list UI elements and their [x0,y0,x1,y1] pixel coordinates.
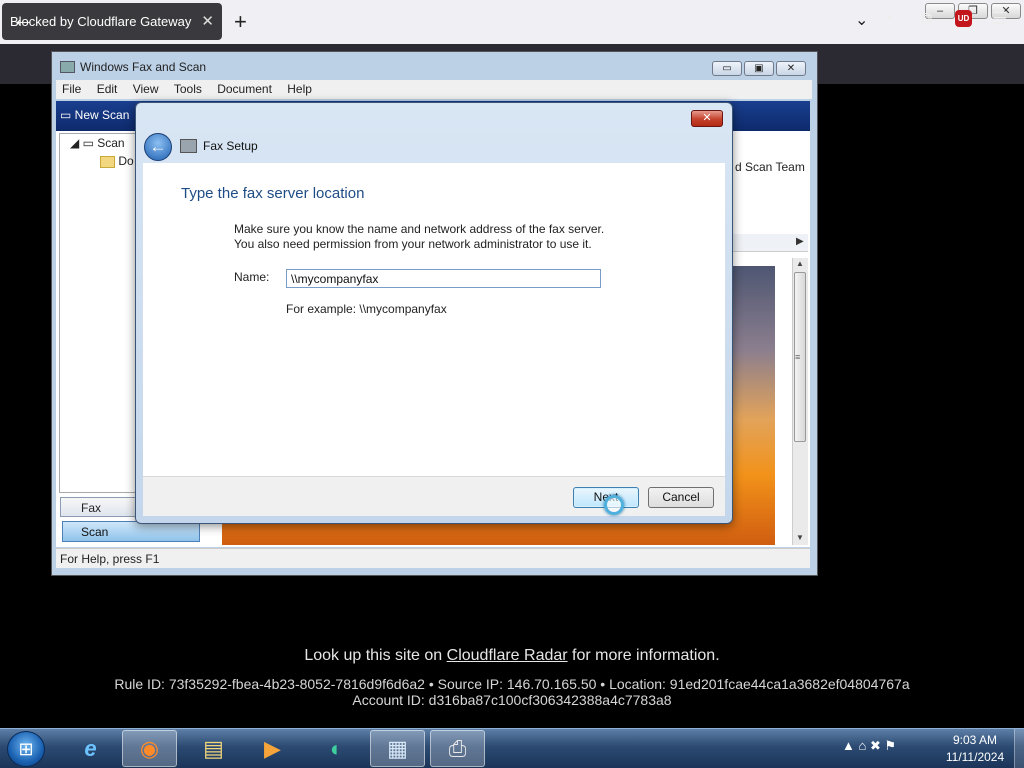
expand-icon[interactable]: ◢ [70,136,83,150]
scrollbar-grip-icon: ≡ [795,352,801,362]
fax-minimize-button[interactable]: ▭ [712,61,742,76]
tree-item-documents-label: Do [118,154,134,168]
scroll-right-icon[interactable]: ▶ [796,236,804,247]
dialog-description-line2: You also need permission from your netwo… [234,237,592,251]
dialog-close-button[interactable]: ✕ [691,110,723,127]
printer-icon[interactable]: ⎙ [430,730,485,767]
media-center-icon[interactable]: ◐ [309,730,364,767]
system-tray-icons[interactable]: ▲ ⌂ ✖ ⚑ [842,738,896,754]
dialog-description-line1: Make sure you know the name and network … [234,222,605,236]
busy-cursor-icon [604,495,624,515]
file-explorer-icon[interactable]: ▤ [186,730,241,767]
extensions-icon[interactable]: ⧉ [920,9,932,29]
tab-close-icon[interactable]: ✕ [201,12,214,30]
list-column-text: d Scan Team [735,160,805,174]
dialog-heading: Type the fax server location [181,185,365,202]
lookup-suffix: for more information. [567,647,720,664]
fax-restore-button[interactable]: ▣ [744,61,774,76]
scanner-icon: ▭ [82,136,98,150]
browser-tab[interactable]: Blocked by Cloudflare Gateway ✕ [2,3,222,40]
clock-date[interactable]: 11/11/2024 [940,750,1010,764]
radar-lookup-text: Look up this site on Cloudflare Radar fo… [0,647,1024,665]
tab-title: Blocked by Cloudflare Gateway [10,14,192,29]
fax-app-icon [60,61,75,73]
media-player-icon[interactable]: ▶ [245,730,300,767]
new-scan-button[interactable]: ▭ New Scan [60,108,129,122]
new-tab-button[interactable]: + [234,9,247,35]
dialog-title: Fax Setup [203,139,258,153]
dialog-content [143,163,725,476]
menu-edit[interactable]: Edit [91,80,124,98]
cloudflare-radar-link[interactable]: Cloudflare Radar [447,647,568,664]
menu-document[interactable]: Document [211,80,278,98]
fax-window-title: Windows Fax and Scan [80,60,207,74]
clock-time[interactable]: 9:03 AM [940,733,1010,747]
menu-help[interactable]: Help [281,80,318,98]
menu-file[interactable]: File [56,80,87,98]
tree-item-scan[interactable]: ◢ ▭ Scan [70,136,125,150]
tree-item-scan-label: Scan [97,136,125,150]
show-desktop-button[interactable] [1014,729,1024,768]
back-arrow-icon[interactable]: ← [144,133,172,161]
lookup-prefix: Look up this site on [304,647,447,664]
nav-tab-scan[interactable]: Scan [62,521,200,542]
scroll-down-icon[interactable]: ▼ [796,533,804,542]
example-hint: For example: \\mycompanyfax [286,302,447,316]
fax-scan-app-icon[interactable]: ▦ [370,730,425,767]
fax-close-button[interactable]: ✕ [776,61,806,76]
tree-item-documents[interactable]: Do [100,154,134,168]
internet-explorer-icon[interactable]: e [63,730,118,767]
ublock-icon[interactable]: UD [955,10,972,27]
account-id-line: Account ID: d316ba87c100cf306342388a4c77… [352,692,672,708]
menu-tools[interactable]: Tools [168,80,208,98]
new-scan-label: New Scan [74,108,130,122]
rule-id-line: Rule ID: 73f35292-fbea-4b23-8052-7816d9f… [114,676,910,692]
cancel-button[interactable]: Cancel [648,487,714,508]
menu-icon[interactable]: ☰ [992,9,1007,29]
start-button[interactable]: ⊞ [7,731,45,767]
back-arrow-icon[interactable]: ← [12,6,34,32]
pocket-icon[interactable]: ♡ [847,9,862,29]
menu-view[interactable]: View [127,80,165,98]
status-bar: For Help, press F1 [56,548,810,568]
timer-icon[interactable]: ◔ [883,9,893,29]
fax-server-name-input[interactable] [286,269,601,288]
name-label: Name: [234,270,270,284]
scroll-up-icon[interactable]: ▲ [796,259,804,268]
folder-icon [100,155,115,168]
firefox-icon[interactable]: ◉ [122,730,177,767]
scanner-icon: ▭ [60,108,75,122]
fax-setup-icon [180,139,197,153]
fax-menu-bar: File Edit View Tools Document Help [56,80,812,99]
